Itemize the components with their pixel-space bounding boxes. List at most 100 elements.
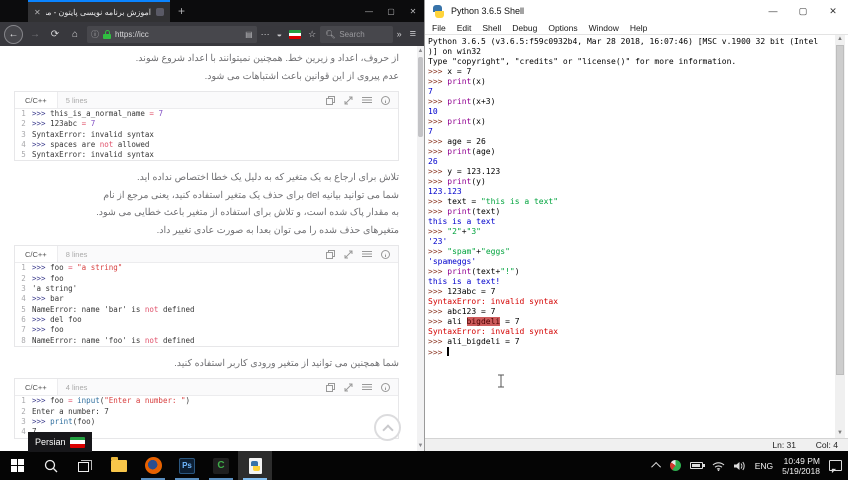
paragraph-line: متغیرهای حذف شده را می توان بعدا به صورت… [156, 224, 399, 236]
expand-icon[interactable] [344, 96, 353, 105]
task-view-button[interactable] [68, 451, 102, 480]
idle-app-icon [432, 4, 445, 18]
code-lang-tab[interactable]: C/C++ [15, 92, 58, 108]
shell-line: this is a text [428, 217, 496, 226]
line-number: 4 [21, 294, 26, 304]
hidden-icons-chevron[interactable] [650, 461, 661, 472]
expand-icon[interactable] [344, 383, 353, 392]
bookmark-star-icon[interactable]: ☆ [308, 29, 316, 40]
url-text[interactable]: https://icc [115, 30, 241, 39]
shell-minimize-button[interactable]: — [758, 0, 788, 22]
forward-button[interactable]: → [27, 29, 43, 40]
scroll-up-icon[interactable]: ▲ [417, 47, 424, 55]
shell-line: >>> print(y) [428, 177, 486, 186]
copy-icon[interactable] [326, 249, 335, 259]
camtasia-taskbar-button[interactable]: C [204, 451, 238, 480]
code-text: >>> foo [32, 325, 64, 335]
browser-scrollbar[interactable]: ▲ ▼ [417, 46, 424, 451]
code-text: >>> spaces are not allowed [32, 139, 150, 149]
url-bar[interactable]: ⓘ https://icc ▤ [87, 25, 257, 43]
code-lang-tab[interactable]: C/C++ [15, 246, 58, 263]
file-explorer-button[interactable] [102, 451, 136, 480]
menu-window[interactable]: Window [589, 23, 619, 33]
pocket-icon[interactable]: ◒ [277, 29, 282, 39]
start-button[interactable] [0, 451, 34, 480]
shell-maximize-button[interactable]: ▢ [788, 0, 818, 22]
search-bar[interactable]: 🔍︎ Search [320, 25, 393, 43]
shell-scroll-thumb[interactable] [836, 45, 844, 375]
shell-line: 'spameggs' [428, 257, 477, 266]
code-text: NameError: name 'bar' is not defined [32, 304, 195, 314]
menu-help[interactable]: Help [630, 23, 647, 33]
shell-scrollbar[interactable]: ▲ ▼ [835, 35, 845, 438]
scroll-down-icon[interactable]: ▼ [835, 429, 845, 438]
taskbar-search-button[interactable] [34, 451, 68, 480]
new-tab-button[interactable]: + [170, 0, 193, 22]
browser-tab[interactable]: ✕ آموزش برنامه نویسی پایتون - مت [28, 0, 170, 22]
shell-window-controls: — ▢ ✕ [758, 0, 848, 22]
language-indicator[interactable]: ENG [755, 461, 773, 471]
paragraph-line: تلاش برای ارجاع به یک متغیر که به دلیل ی… [136, 172, 399, 184]
shell-line: Python 3.6.5 (v3.6.5:f59c0932b4, Mar 28 … [428, 37, 819, 46]
menu-file[interactable]: File [432, 23, 446, 33]
shell-line: SyntaxError: invalid syntax [428, 297, 559, 306]
tooltip-label: Persian [35, 437, 66, 447]
shell-console[interactable]: Python 3.6.5 (v3.6.5:f59c0932b4, Mar 28 … [425, 35, 839, 438]
paragraph-line: شما می توانید بیانیه del برای حذف یک متغ… [103, 189, 399, 201]
shell-title-bar[interactable]: Python 3.6.5 Shell — ▢ ✕ [425, 0, 848, 22]
idm-tray-icon[interactable] [669, 460, 681, 471]
copy-icon[interactable] [326, 95, 335, 105]
page-actions-icon[interactable]: ⋯ [261, 29, 270, 40]
shell-line: >>> age = 26 [428, 137, 486, 146]
code-text: >>> foo [32, 273, 64, 283]
speaker-icon[interactable] [733, 461, 746, 471]
firefox-taskbar-button[interactable] [136, 451, 170, 480]
scroll-down-icon[interactable]: ▼ [417, 442, 424, 450]
persian-extension-icon[interactable] [289, 29, 302, 39]
wifi-icon[interactable] [712, 461, 725, 471]
menu-hamburger-icon[interactable]: ≡ [406, 28, 420, 40]
windows-logo-icon [10, 459, 24, 472]
scroll-to-top-button[interactable] [374, 414, 401, 441]
persian-language-tooltip: Persian [28, 432, 92, 452]
home-button[interactable]: ⌂ [67, 29, 83, 40]
info-icon[interactable] [381, 382, 390, 392]
code-block-1: C/C++ 5 lines 1 >>> this_is_a_normal_name… [14, 91, 399, 162]
copy-icon[interactable] [326, 382, 335, 392]
battery-icon[interactable] [689, 462, 705, 469]
shell-close-button[interactable]: ✕ [818, 0, 848, 22]
reload-button[interactable]: ⟳ [47, 29, 63, 40]
list-icon[interactable] [362, 250, 372, 258]
menu-options[interactable]: Options [548, 23, 577, 33]
reader-mode-icon[interactable]: ▤ [245, 30, 253, 39]
browser-minimize-button[interactable]: — [358, 0, 380, 22]
shell-line: >>> "spam"+"eggs" [428, 247, 510, 256]
expand-icon[interactable] [344, 250, 353, 259]
paragraph-line: شما همچنین می توانید از متغیر ورودی کارب… [174, 357, 399, 369]
back-button[interactable]: ← [4, 24, 23, 44]
overflow-chevrons-icon[interactable]: » [397, 29, 402, 39]
scroll-up-icon[interactable]: ▲ [835, 35, 845, 44]
photoshop-taskbar-button[interactable]: Ps [170, 451, 204, 480]
shell-line: 123.123 [428, 187, 462, 196]
python-taskbar-button[interactable] [238, 451, 272, 480]
code-lang-tab[interactable]: C/C++ [15, 379, 58, 396]
site-info-icon[interactable]: ⓘ [91, 29, 99, 40]
shell-status-bar: Ln: 31 Col: 4 [425, 438, 848, 451]
list-icon[interactable] [362, 96, 372, 104]
tab-close-icon[interactable]: ✕ [34, 8, 41, 17]
windows-taskbar: Ps C ENG 10:49 PM 5/19/2018 [0, 451, 848, 480]
menu-debug[interactable]: Debug [512, 23, 537, 33]
browser-maximize-button[interactable]: ▢ [380, 0, 402, 22]
action-center-icon[interactable] [829, 460, 842, 471]
menu-edit[interactable]: Edit [457, 23, 472, 33]
shell-line: '23' [428, 237, 448, 246]
info-icon[interactable] [381, 249, 390, 259]
info-icon[interactable] [381, 95, 390, 105]
list-icon[interactable] [362, 383, 372, 391]
paragraph-line: عدم پیروی از این قوانین باعث اشتباهات می… [204, 70, 399, 82]
browser-close-button[interactable]: ✕ [402, 0, 424, 22]
menu-shell[interactable]: Shell [482, 23, 501, 33]
browser-scroll-thumb[interactable] [418, 57, 423, 137]
clock[interactable]: 10:49 PM 5/19/2018 [782, 456, 820, 476]
